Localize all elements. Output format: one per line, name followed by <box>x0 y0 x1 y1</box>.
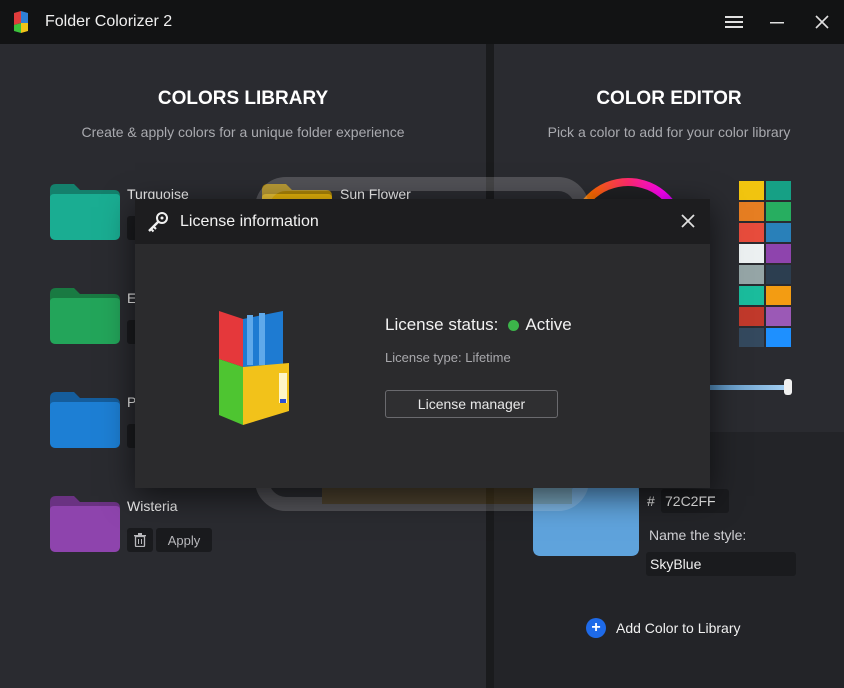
style-name-label: Name the style: <box>649 527 747 543</box>
product-logo-icon <box>219 311 289 425</box>
folder-icon <box>50 288 120 344</box>
status-value: Active <box>525 315 572 334</box>
color-swatch[interactable] <box>766 244 791 263</box>
minimize-icon[interactable] <box>765 10 789 34</box>
color-swatch[interactable] <box>766 286 791 305</box>
library-subtitle: Create & apply colors for a unique folde… <box>81 124 405 140</box>
delete-button[interactable] <box>127 528 153 552</box>
color-swatch[interactable] <box>739 181 764 200</box>
license-type: License type: Lifetime <box>385 350 511 365</box>
editor-title: COLOR EDITOR <box>596 88 742 109</box>
add-color-button[interactable]: + Add Color to Library <box>586 618 741 638</box>
key-icon <box>148 212 168 233</box>
color-swatch[interactable] <box>766 265 791 284</box>
add-color-label: Add Color to Library <box>616 620 741 636</box>
folder-icon <box>50 184 120 240</box>
color-swatch[interactable] <box>739 244 764 263</box>
license-dialog: License information License status: Acti… <box>135 199 710 488</box>
color-swatch[interactable] <box>766 223 791 242</box>
style-name-input[interactable]: SkyBlue <box>646 552 796 576</box>
hex-prefix: # <box>647 493 655 509</box>
plus-icon: + <box>586 618 606 638</box>
close-icon[interactable] <box>810 10 834 34</box>
color-palette <box>739 181 791 347</box>
color-swatch[interactable] <box>739 202 764 221</box>
dialog-header: License information <box>135 199 710 244</box>
folder-icon <box>50 496 120 552</box>
color-swatch[interactable] <box>739 286 764 305</box>
brightness-slider[interactable] <box>706 385 790 390</box>
library-title: COLORS LIBRARY <box>157 88 329 109</box>
status-dot-icon <box>508 319 520 331</box>
color-swatch[interactable] <box>766 181 791 200</box>
title-bar: Folder Colorizer 2 <box>0 0 844 44</box>
color-swatch[interactable] <box>739 265 764 284</box>
color-swatch[interactable] <box>739 328 764 347</box>
apply-button[interactable]: Apply <box>156 528 212 552</box>
status-label: License status: <box>385 315 499 334</box>
folder-name: Wisteria <box>127 498 178 514</box>
color-swatch[interactable] <box>766 202 791 221</box>
app-logo-icon <box>14 11 28 33</box>
color-swatch[interactable] <box>739 223 764 242</box>
trash-icon <box>134 533 146 547</box>
hex-input[interactable]: 72C2FF <box>661 489 729 513</box>
dialog-title: License information <box>180 213 319 230</box>
color-swatch[interactable] <box>766 328 791 347</box>
license-status: License status: Active <box>385 315 572 335</box>
app-title: Folder Colorizer 2 <box>45 13 173 30</box>
dialog-close-icon[interactable] <box>678 211 698 231</box>
color-swatch[interactable] <box>766 307 791 326</box>
color-swatch[interactable] <box>739 307 764 326</box>
license-manager-button[interactable]: License manager <box>385 390 558 418</box>
menu-icon[interactable] <box>722 10 746 34</box>
folder-icon <box>50 392 120 448</box>
slider-handle[interactable] <box>784 379 792 395</box>
editor-subtitle: Pick a color to add for your color libra… <box>547 124 791 140</box>
